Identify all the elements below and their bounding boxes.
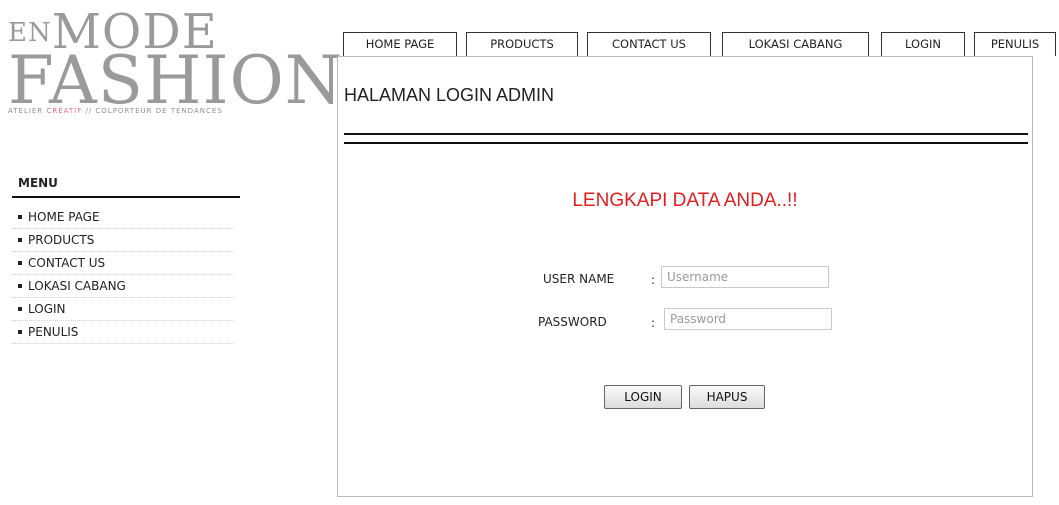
logo-tagline: ATELIER CRÉATIF // COLPORTEUR DE TENDANC… <box>8 107 223 115</box>
login-button[interactable]: LOGIN <box>604 385 682 409</box>
tab-contact-us[interactable]: CONTACT US <box>587 32 711 56</box>
reset-button[interactable]: HAPUS <box>689 385 765 409</box>
sidebar-item-label: PENULIS <box>28 325 79 339</box>
menu-title: MENU <box>12 176 240 198</box>
tab-home-page[interactable]: HOME PAGE <box>343 32 457 56</box>
sidebar-menu: MENU HOME PAGE PRODUCTS CONTACT US LOKAS… <box>12 176 240 344</box>
content-panel: HALAMAN LOGIN ADMIN LENGKAPI DATA ANDA..… <box>337 56 1033 497</box>
username-colon: : <box>651 273 656 287</box>
password-colon: : <box>651 316 656 330</box>
sidebar-item-products[interactable]: PRODUCTS <box>12 229 234 252</box>
sidebar-item-contact-us[interactable]: CONTACT US <box>12 252 234 275</box>
logo-tagline-part1: ATELIER <box>8 107 44 115</box>
username-label: USER NAME <box>543 272 615 286</box>
form-notice: LENGKAPI DATA ANDA..!! <box>572 190 798 211</box>
logo-word-fashion: FASHION <box>8 42 344 119</box>
tab-penulis[interactable]: PENULIS <box>974 32 1056 56</box>
sidebar-item-label: LOKASI CABANG <box>28 279 126 293</box>
bullet-icon <box>18 261 22 265</box>
sidebar-item-label: LOGIN <box>28 302 66 316</box>
sidebar-item-label: CONTACT US <box>28 256 106 270</box>
sidebar-item-penulis[interactable]: PENULIS <box>12 321 234 344</box>
sidebar-item-label: PRODUCTS <box>28 233 95 247</box>
bullet-icon <box>18 284 22 288</box>
logo-tagline-accent: CRÉATIF <box>46 107 83 115</box>
password-input[interactable] <box>664 308 832 330</box>
tab-login[interactable]: LOGIN <box>881 32 965 56</box>
bullet-icon <box>18 330 22 334</box>
sidebar-item-lokasi-cabang[interactable]: LOKASI CABANG <box>12 275 234 298</box>
tab-lokasi-cabang[interactable]: LOKASI CABANG <box>722 32 869 56</box>
tab-products[interactable]: PRODUCTS <box>466 32 578 56</box>
bullet-icon <box>18 307 22 311</box>
menu-list: HOME PAGE PRODUCTS CONTACT US LOKASI CAB… <box>12 206 240 344</box>
bullet-icon <box>18 215 22 219</box>
bullet-icon <box>18 238 22 242</box>
username-input[interactable] <box>661 266 829 288</box>
logo-tagline-part2: // COLPORTEUR DE TENDANCES <box>85 107 223 115</box>
sidebar-item-login[interactable]: LOGIN <box>12 298 234 321</box>
sidebar-item-label: HOME PAGE <box>28 210 100 224</box>
divider-top <box>344 133 1028 135</box>
password-label: PASSWORD <box>538 315 607 329</box>
divider-bottom <box>344 142 1028 144</box>
site-logo[interactable]: ENMODE FASHION ATELIER CRÉATIF // COLPOR… <box>8 8 342 118</box>
page-title: HALAMAN LOGIN ADMIN <box>344 85 555 105</box>
sidebar-item-home-page[interactable]: HOME PAGE <box>12 206 234 229</box>
